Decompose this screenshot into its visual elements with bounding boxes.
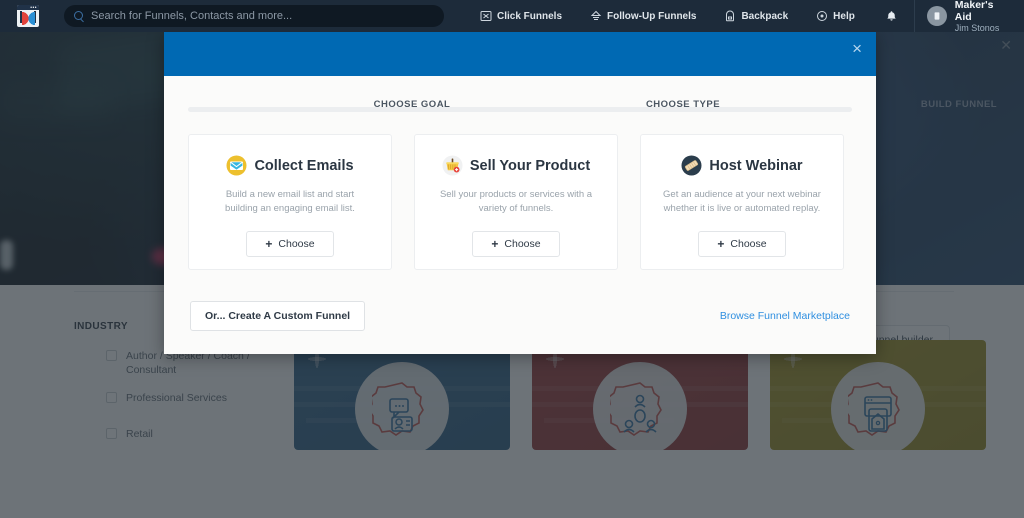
goal-card-host-webinar[interactable]: Host Webinar Get an audience at your nex… [640, 134, 844, 270]
search-icon [74, 11, 84, 21]
close-icon[interactable]: × [852, 40, 862, 57]
search-bar[interactable] [64, 5, 444, 27]
nav-item-label: Backpack [741, 10, 789, 22]
avatar-icon [926, 6, 947, 26]
top-navigation-bar: ••• Click Funnels Foll [0, 0, 1024, 33]
goal-card-sell-your-product[interactable]: Sell Your Product Sell your products or … [414, 134, 618, 270]
goal-card-description: Sell your products or services with a va… [439, 189, 593, 215]
step-choose-type[interactable]: CHOOSE TYPE [623, 94, 743, 112]
goal-card-title: Sell Your Product [469, 157, 591, 174]
account-name: Maker's Aid [954, 0, 994, 23]
goal-card-description: Build a new email list and start buildin… [225, 189, 355, 215]
nav-item-label: Click Funnels [497, 10, 563, 22]
followup-icon [590, 10, 602, 22]
nav-links: Click Funnels Follow-Up Funnels Backpack [466, 0, 869, 32]
clickfunnels-logo-icon[interactable]: ••• [0, 0, 56, 32]
choose-button-label: Choose [278, 237, 315, 250]
browse-funnel-marketplace-link[interactable]: Browse Funnel Marketplace [720, 310, 850, 322]
help-icon [816, 10, 828, 22]
shopping-basket-icon [442, 155, 463, 176]
goal-card-description: Get an audience at your next webinar whe… [663, 189, 821, 215]
goal-card-collect-emails[interactable]: Collect Emails Build a new email list an… [188, 134, 392, 270]
step-label: CHOOSE TYPE [645, 99, 721, 110]
step-label: BUILD FUNNEL [920, 99, 998, 110]
search-input[interactable] [91, 10, 434, 22]
plus-icon: + [491, 236, 499, 251]
plus-icon: + [265, 236, 273, 251]
step-choose-goal[interactable]: CHOOSE GOAL [352, 94, 472, 112]
nav-item-label: Follow-Up Funnels [607, 10, 697, 22]
account-username: Jim Stonos [954, 22, 1000, 33]
nav-item-backpack[interactable]: Backpack [710, 0, 802, 32]
choose-button-host-webinar[interactable]: + Choose [698, 230, 786, 257]
choose-button-sell-your-product[interactable]: + Choose [472, 230, 560, 257]
step-label: CHOOSE GOAL [373, 99, 451, 110]
goal-card-list: Collect Emails Build a new email list an… [164, 134, 876, 270]
backpack-icon [724, 10, 736, 22]
nav-item-follow-up-funnels[interactable]: Follow-Up Funnels [576, 0, 710, 32]
nav-item-help[interactable]: Help [802, 0, 869, 32]
envelope-icon [226, 155, 247, 176]
choose-button-label: Choose [730, 237, 767, 250]
goal-card-title: Host Webinar [709, 157, 803, 174]
step-track [188, 107, 852, 112]
goal-card-title: Collect Emails [254, 157, 354, 174]
choose-button-label: Choose [504, 237, 541, 250]
account-menu[interactable]: Maker's Aid Jim Stonos [915, 0, 1024, 33]
step-build-funnel[interactable]: BUILD FUNNEL [899, 94, 1019, 112]
modal-header: × [164, 32, 876, 76]
nav-item-click-funnels[interactable]: Click Funnels [466, 0, 576, 32]
plus-icon: + [717, 236, 725, 251]
bell-icon[interactable] [869, 10, 914, 23]
nav-item-label: Help [833, 10, 855, 22]
ticket-icon [681, 155, 702, 176]
step-progress: CHOOSE GOAL CHOOSE TYPE BUILD FUNNEL [164, 76, 997, 134]
modal-footer: Or... Create A Custom Funnel Browse Funn… [164, 290, 876, 354]
create-funnel-modal: × CHOOSE GOAL CHOOSE TYPE BUILD FUNNEL C… [164, 32, 997, 354]
choose-button-collect-emails[interactable]: + Choose [246, 230, 334, 257]
funnels-icon [480, 10, 492, 22]
create-custom-funnel-button[interactable]: Or... Create A Custom Funnel [190, 301, 366, 331]
